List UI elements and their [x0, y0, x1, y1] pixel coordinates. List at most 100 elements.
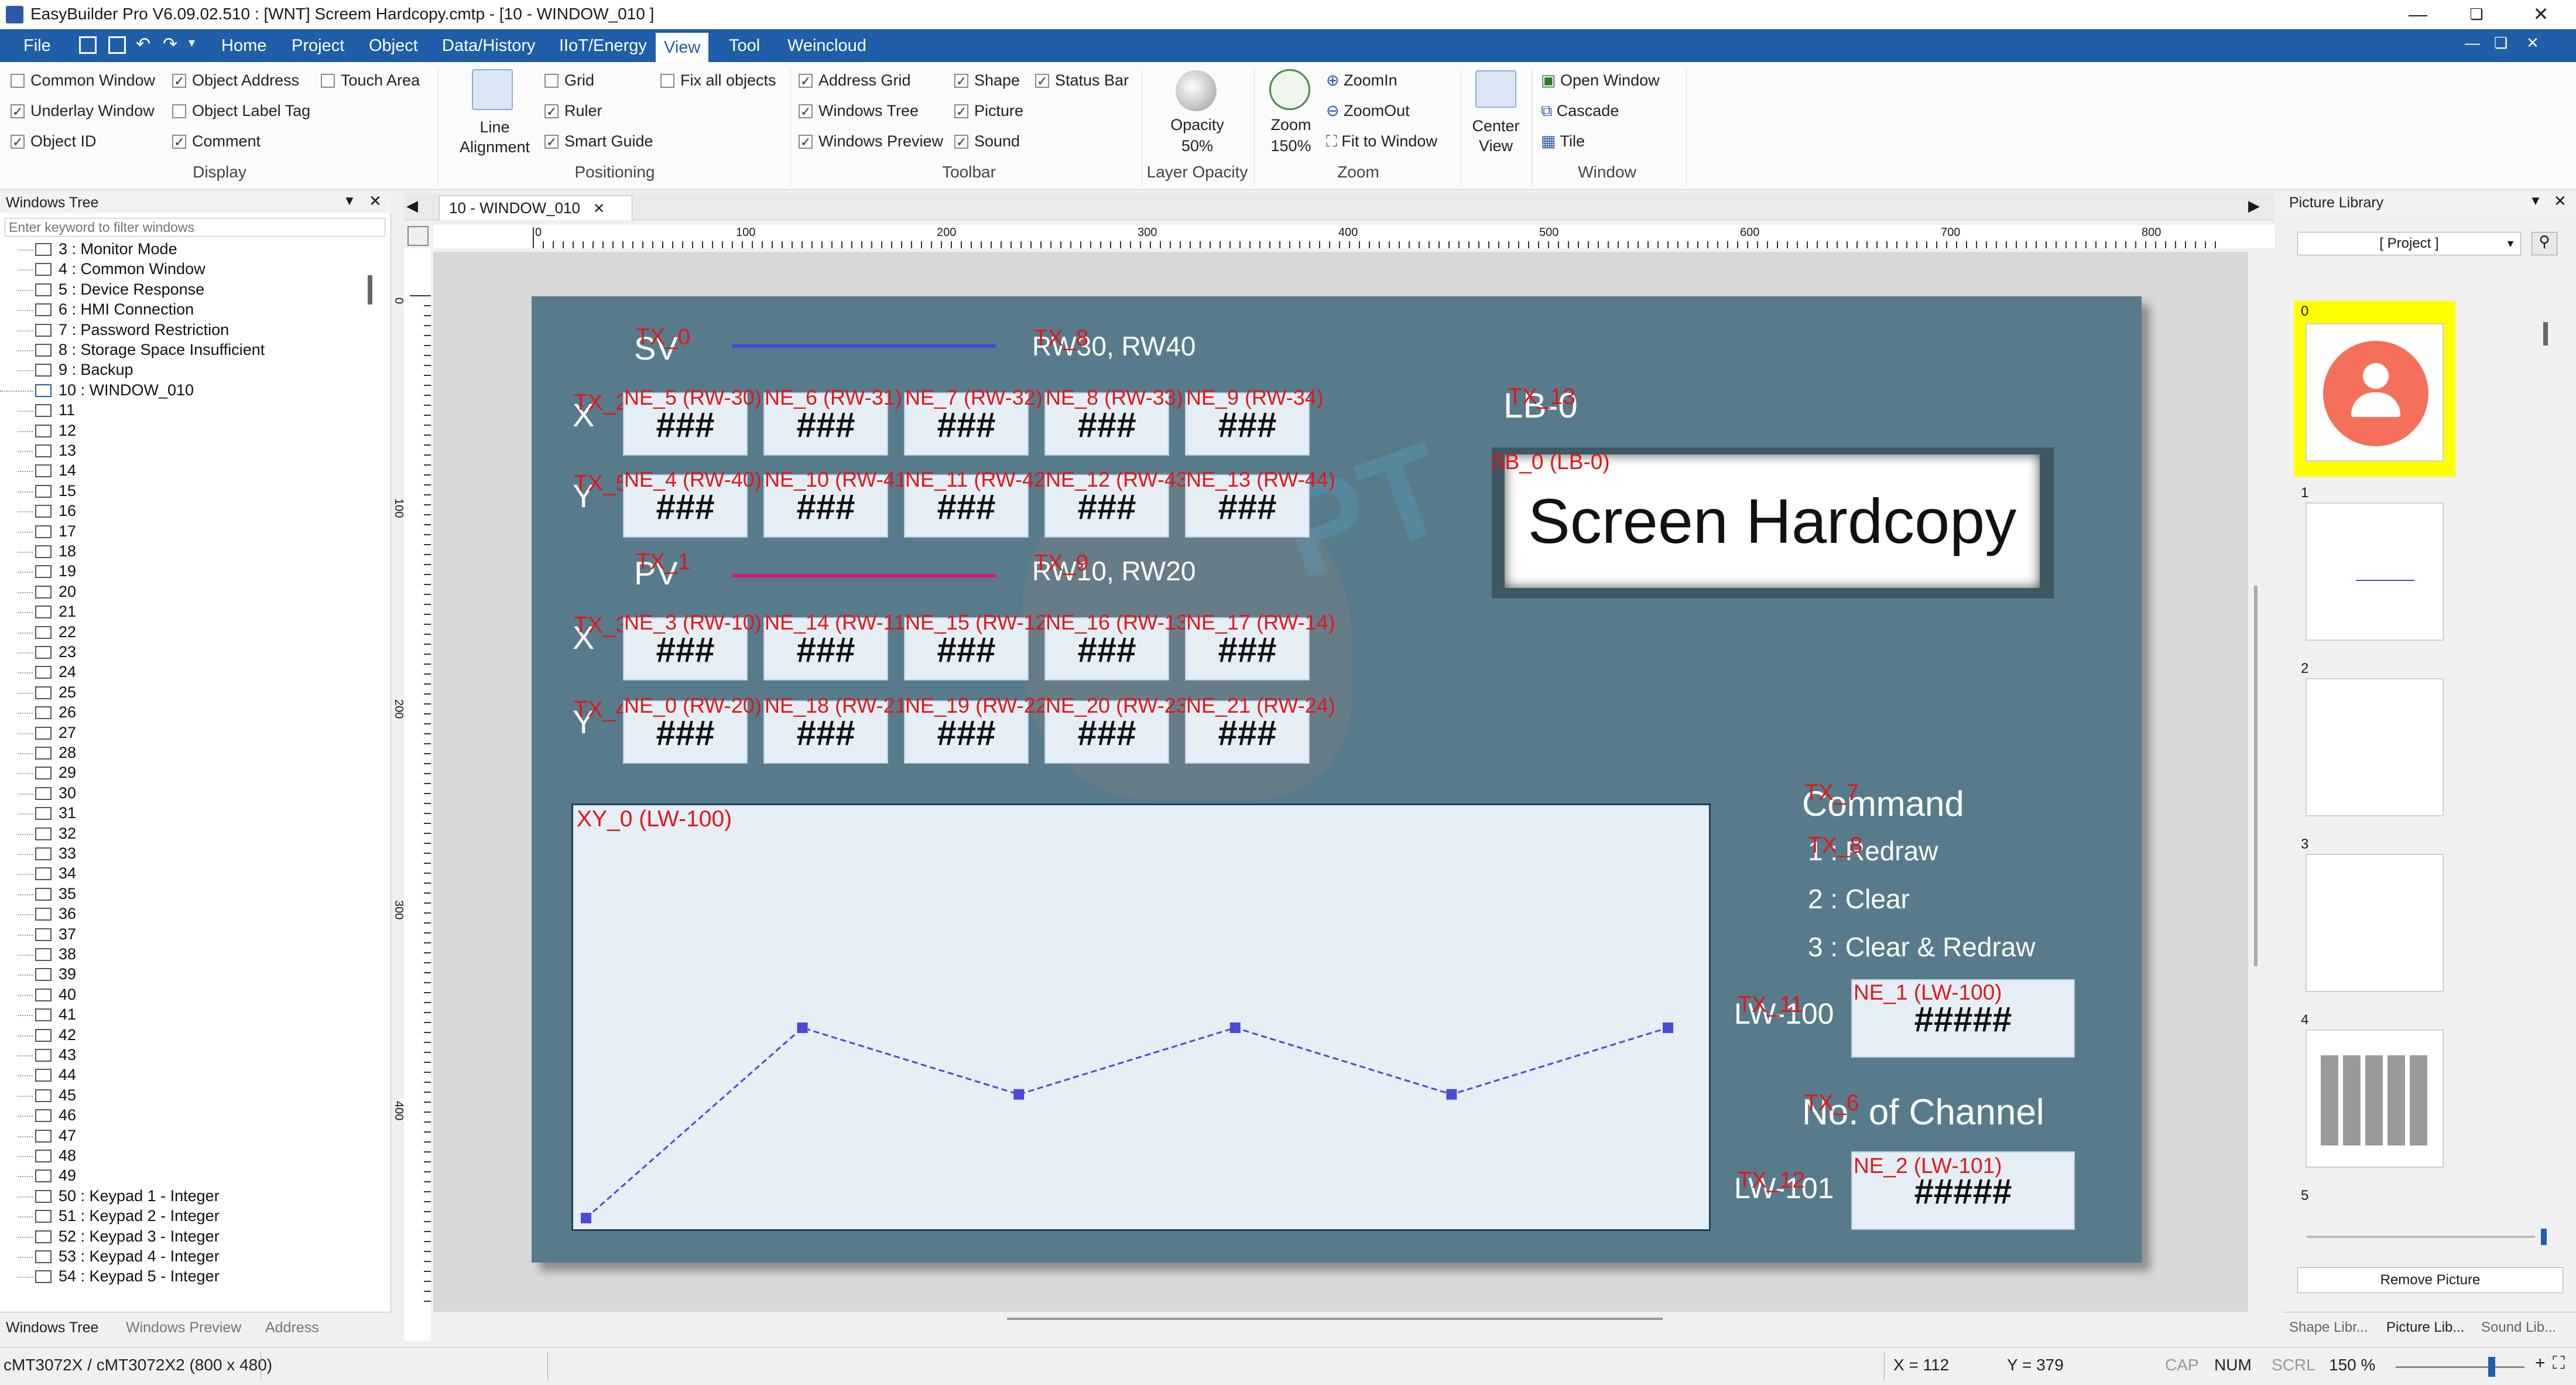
window-tree-item[interactable]: 39: [0, 965, 76, 983]
window-tree-item[interactable]: 22: [0, 623, 76, 641]
center-view-icon[interactable]: [1475, 70, 1516, 108]
picture-source-select[interactable]: [ Project ] ▼: [2297, 232, 2521, 255]
status-bar-checkbox[interactable]: Status Bar: [1035, 70, 1129, 91]
window-tree-item[interactable]: 20: [0, 583, 76, 601]
panel-close-icon[interactable]: ✕: [2554, 192, 2567, 210]
tab-windows-preview[interactable]: Windows Preview: [126, 1319, 241, 1336]
window-tree-item[interactable]: 43: [0, 1046, 76, 1064]
window-tree-item[interactable]: 6 : HMI Connection: [0, 300, 194, 319]
windows-tree-checkbox[interactable]: Windows Tree: [799, 101, 919, 122]
common-window-checkbox[interactable]: Common Window: [11, 70, 155, 90]
menu-view[interactable]: View: [656, 33, 709, 62]
zoom-value[interactable]: 150%: [1259, 137, 1323, 155]
close-icon[interactable]: ✕: [2523, 2, 2558, 26]
menu-iiot-energy[interactable]: IIoT/Energy: [559, 35, 647, 56]
thumbnail-size-slider[interactable]: [2307, 1236, 2535, 1238]
window-tree-item[interactable]: 42: [0, 1026, 76, 1044]
window-tree-item[interactable]: 7 : Password Restriction: [0, 321, 229, 339]
thumbnail-scrollbar[interactable]: [2543, 322, 2548, 346]
window-tree-item[interactable]: 27: [0, 724, 76, 742]
window-tree-item[interactable]: 28: [0, 744, 76, 762]
window-tree-item[interactable]: 13: [0, 442, 76, 460]
window-tree-item[interactable]: 4 : Common Window: [0, 260, 205, 278]
window-tree-item[interactable]: 31: [0, 804, 76, 822]
comment-checkbox[interactable]: Comment: [172, 131, 261, 152]
tab-shape-library[interactable]: Shape Libr...: [2289, 1319, 2368, 1336]
window-tree-item[interactable]: 36: [0, 905, 76, 923]
tile-button[interactable]: ▦ Tile: [1541, 132, 1585, 151]
restore-icon[interactable]: ❏: [2459, 2, 2494, 26]
zoom-in-button[interactable]: ⊕ ZoomIn: [1326, 71, 1397, 90]
window-tree-item[interactable]: 51 : Keypad 2 - Integer: [0, 1207, 220, 1225]
window-tree-item[interactable]: 5 : Device Response: [0, 281, 204, 299]
menu-data-history[interactable]: Data/History: [442, 35, 536, 56]
window-tree-item[interactable]: 3 : Monitor Mode: [0, 240, 177, 258]
window-tree-item[interactable]: 11: [0, 401, 75, 419]
line-alignment-button[interactable]: Line Alignment: [454, 117, 536, 157]
panel-dropdown-icon[interactable]: ▼: [343, 193, 356, 208]
window-tree-item[interactable]: 49: [0, 1167, 76, 1185]
fix-all-objects-checkbox[interactable]: Fix all objects: [660, 70, 776, 90]
menu-tool[interactable]: Tool: [729, 35, 760, 56]
zoom-slider[interactable]: [2396, 1366, 2524, 1368]
window-tree-item[interactable]: 9 : Backup: [0, 361, 133, 379]
shape-checkbox[interactable]: Shape: [954, 70, 1020, 91]
picture-checkbox[interactable]: Picture: [954, 101, 1023, 122]
window-tree-item[interactable]: 45: [0, 1086, 76, 1104]
opacity-value[interactable]: 50%: [1153, 137, 1241, 155]
windows-preview-checkbox[interactable]: Windows Preview: [799, 131, 943, 152]
window-tree-item[interactable]: 38: [0, 945, 76, 963]
undo-icon[interactable]: ↶: [136, 34, 150, 54]
window-tree-item[interactable]: 40: [0, 986, 76, 1004]
zoom-icon[interactable]: [1269, 69, 1310, 110]
slider-thumb[interactable]: [2541, 1229, 2547, 1245]
line-alignment-icon[interactable]: [472, 69, 513, 110]
window-tree-item[interactable]: 52 : Keypad 3 - Integer: [0, 1227, 220, 1246]
fit-screen-icon[interactable]: ⛶: [2553, 1353, 2565, 1373]
sound-checkbox[interactable]: Sound: [954, 131, 1020, 152]
zoom-slider-thumb[interactable]: [2488, 1357, 2495, 1377]
redo-icon[interactable]: ↷: [163, 34, 177, 54]
remove-picture-button[interactable]: Remove Picture: [2297, 1267, 2563, 1293]
window-tree-item[interactable]: 8 : Storage Space Insufficient: [0, 341, 265, 359]
object-address-checkbox[interactable]: Object Address: [172, 70, 299, 91]
cascade-button[interactable]: ⧉ Cascade: [1541, 102, 1619, 121]
tab-close-icon[interactable]: ✕: [593, 201, 605, 217]
window-tree-item[interactable]: 41: [0, 1006, 76, 1024]
menu-home[interactable]: Home: [221, 35, 266, 56]
thumbnail-0[interactable]: [2306, 323, 2444, 461]
menu-object[interactable]: Object: [369, 35, 418, 56]
smart-guide-checkbox[interactable]: Smart Guide: [544, 131, 653, 152]
underlay-window-checkbox[interactable]: Underlay Window: [11, 101, 155, 122]
window-tree-item[interactable]: 25: [0, 683, 76, 702]
window-tree-item[interactable]: 34: [0, 864, 76, 883]
thumbnail-3[interactable]: [2306, 854, 2444, 992]
window-tree-item[interactable]: 29: [0, 764, 76, 782]
thumbnail-2[interactable]: [2306, 678, 2444, 816]
window-tree-item[interactable]: 26: [0, 703, 76, 721]
menu-file[interactable]: File: [23, 35, 51, 56]
window-tree-item[interactable]: 46: [0, 1106, 76, 1124]
window-tree-item[interactable]: 37: [0, 925, 76, 943]
object-id-checkbox[interactable]: Object ID: [11, 131, 97, 152]
window-tree-item[interactable]: 24: [0, 663, 76, 681]
tree-scrollbar[interactable]: [368, 275, 372, 305]
menu-project[interactable]: Project: [292, 35, 344, 56]
open-window-button[interactable]: ▣ Open Window: [1541, 71, 1660, 90]
save-all-icon[interactable]: [108, 36, 126, 54]
horizontal-scrollbar[interactable]: [1007, 1318, 1663, 1320]
window-tree-item[interactable]: 16: [0, 502, 76, 520]
window-tree-item[interactable]: 12: [0, 422, 76, 440]
ruler-checkbox[interactable]: Ruler: [544, 101, 602, 122]
mdi-minimize-icon[interactable]: —: [2465, 34, 2480, 52]
window-tree-item[interactable]: 53 : Keypad 4 - Integer: [0, 1247, 220, 1266]
thumbnail-1[interactable]: [2306, 502, 2444, 641]
window-tree-item[interactable]: 15: [0, 482, 76, 500]
thumbnail-4[interactable]: [2306, 1030, 2444, 1168]
mdi-close-icon[interactable]: ✕: [2526, 34, 2539, 52]
mdi-restore-icon[interactable]: ❏: [2494, 34, 2508, 52]
zoom-plus-icon[interactable]: +: [2535, 1353, 2546, 1373]
zoom-out-button[interactable]: ⊖ ZoomOut: [1326, 102, 1410, 120]
window-tree-item[interactable]: 14: [0, 461, 76, 480]
window-tree-item[interactable]: 47: [0, 1127, 76, 1145]
